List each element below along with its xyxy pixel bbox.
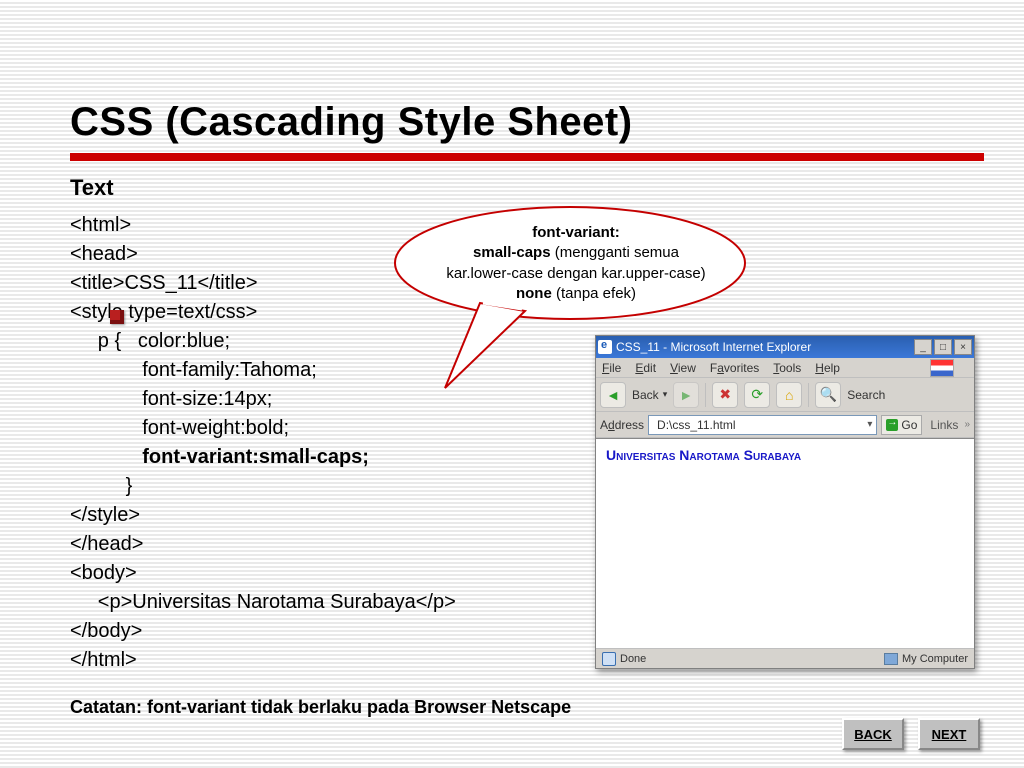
- ie-addressbar: Address D:\css_11.html ▾ Go Links»: [596, 412, 974, 438]
- menu-view: View: [670, 361, 696, 375]
- bullet-icon: [110, 310, 124, 324]
- search-label[interactable]: Search: [847, 388, 885, 402]
- status-zone: My Computer: [902, 653, 968, 665]
- home-button[interactable]: ⌂: [776, 382, 802, 408]
- status-done: Done: [620, 653, 646, 665]
- ie-menubar[interactable]: File Edit View Favorites Tools Help: [596, 358, 974, 378]
- address-label: Address: [600, 418, 644, 432]
- close-button[interactable]: ×: [954, 339, 972, 355]
- back-button[interactable]: ◄: [600, 382, 626, 408]
- go-icon: [886, 419, 898, 431]
- ie-viewport: Universitas Narotama Surabaya: [596, 438, 974, 648]
- back-label[interactable]: Back: [632, 388, 659, 402]
- slide-title: CSS (Cascading Style Sheet): [70, 100, 984, 161]
- menu-file: File: [602, 361, 621, 375]
- ie-statusbar: Done My Computer: [596, 648, 974, 668]
- next-nav-button[interactable]: NEXT: [918, 718, 980, 750]
- rendered-paragraph: Universitas Narotama Surabaya: [606, 447, 801, 463]
- ie-titlebar: CSS_11 - Microsoft Internet Explorer _ □…: [596, 336, 974, 358]
- ie-window: CSS_11 - Microsoft Internet Explorer _ □…: [595, 335, 975, 669]
- status-doc-icon: [602, 652, 616, 666]
- ie-app-icon: [598, 340, 612, 354]
- address-value: D:\css_11.html: [657, 418, 735, 432]
- back-nav-button[interactable]: BACK: [842, 718, 904, 750]
- forward-button[interactable]: ►: [673, 382, 699, 408]
- search-icon[interactable]: 🔍: [815, 382, 841, 408]
- go-button[interactable]: Go: [881, 415, 922, 435]
- footnote: Catatan: font-variant tidak berlaku pada…: [70, 697, 984, 718]
- my-computer-icon: [884, 653, 898, 665]
- minimize-button[interactable]: _: [914, 339, 932, 355]
- menu-favorites: Favorites: [710, 361, 759, 375]
- section-subhead: Text: [70, 175, 984, 201]
- links-label[interactable]: Links: [930, 418, 958, 432]
- menu-tools: Tools: [773, 361, 801, 375]
- windows-flag-icon: [930, 359, 954, 377]
- menu-edit: Edit: [635, 361, 656, 375]
- address-input[interactable]: D:\css_11.html ▾: [648, 415, 877, 435]
- ie-toolbar: ◄ Back▾ ► ✖ ⟳ ⌂ 🔍 Search: [596, 378, 974, 412]
- ie-title-text: CSS_11 - Microsoft Internet Explorer: [616, 340, 811, 354]
- refresh-button[interactable]: ⟳: [744, 382, 770, 408]
- maximize-button[interactable]: □: [934, 339, 952, 355]
- stop-button[interactable]: ✖: [712, 382, 738, 408]
- menu-help: Help: [815, 361, 840, 375]
